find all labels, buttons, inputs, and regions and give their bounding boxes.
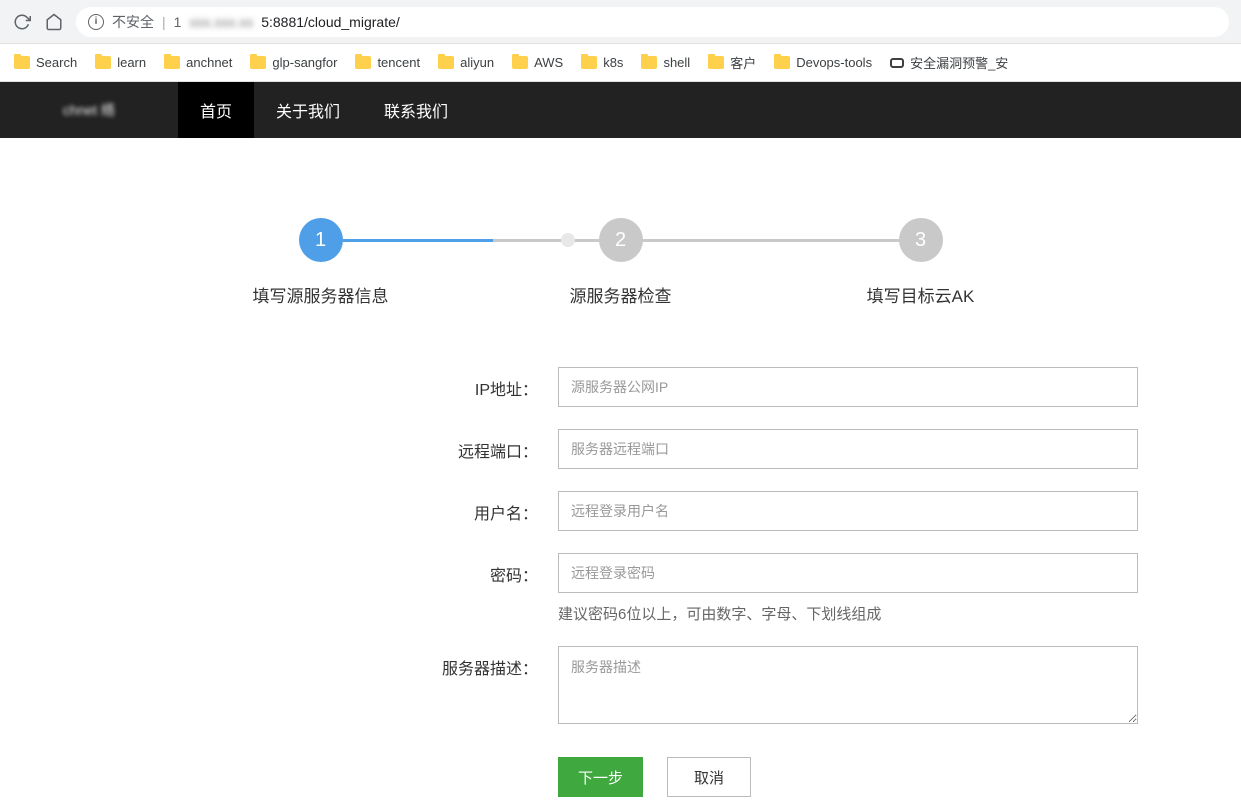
folder-icon: [581, 56, 597, 69]
info-icon: i: [88, 14, 104, 30]
bookmarks-bar: Search learn anchnet glp-sangfor tencent…: [0, 44, 1241, 82]
form-actions: 下一步 取消: [410, 757, 1190, 797]
folder-icon: [164, 56, 180, 69]
step-label: 填写源服务器信息: [171, 282, 471, 307]
step-circle: 1: [299, 218, 343, 262]
folder-icon: [355, 56, 371, 69]
next-button[interactable]: 下一步: [558, 757, 643, 797]
bookmark-label: AWS: [534, 55, 563, 70]
address-input[interactable]: i 不安全 | 1 xxx.xxx.xx 5:8881/cloud_migrat…: [76, 7, 1229, 37]
source-server-form: IP地址： 远程端口： 用户名： 密码： 建议密码6位以上，可由数字、字母、下划…: [410, 367, 1190, 797]
bookmark-item[interactable]: aliyun: [438, 55, 494, 70]
bookmark-item[interactable]: k8s: [581, 55, 623, 70]
step-1: 1 填写源服务器信息: [171, 218, 471, 307]
url-prefix: 1: [174, 14, 182, 30]
textarea-desc[interactable]: [558, 646, 1138, 724]
browser-address-bar: i 不安全 | 1 xxx.xxx.xx 5:8881/cloud_migrat…: [0, 0, 1241, 44]
step-label: 源服务器检查: [471, 282, 771, 307]
top-nav: chnet 络 首页 关于我们 联系我们: [0, 82, 1241, 138]
input-user[interactable]: [558, 491, 1138, 531]
nav-about[interactable]: 关于我们: [254, 82, 362, 138]
bookmark-label: aliyun: [460, 55, 494, 70]
step-connector: [643, 239, 943, 242]
bookmark-label: Devops-tools: [796, 55, 872, 70]
nav-contact[interactable]: 联系我们: [362, 82, 470, 138]
bookmark-item[interactable]: shell: [641, 55, 690, 70]
folder-icon: [250, 56, 266, 69]
folder-icon: [512, 56, 528, 69]
label-ip: IP地址：: [410, 367, 558, 400]
label-password: 密码：: [410, 553, 558, 586]
label-user: 用户名：: [410, 491, 558, 524]
bookmark-item[interactable]: Devops-tools: [774, 55, 872, 70]
password-hint: 建议密码6位以上，可由数字、字母、下划线组成: [558, 603, 1138, 624]
bookmark-item[interactable]: 安全漏洞预警_安: [890, 53, 1008, 72]
bookmark-item[interactable]: learn: [95, 55, 146, 70]
steps-indicator: 1 填写源服务器信息 2 源服务器检查 3 填写目标云AK: [0, 218, 1241, 307]
input-port[interactable]: [558, 429, 1138, 469]
bookmark-item[interactable]: glp-sangfor: [250, 55, 337, 70]
tool-icon: [890, 58, 904, 68]
row-desc: 服务器描述：: [410, 646, 1190, 729]
step-circle: 3: [899, 218, 943, 262]
input-password[interactable]: [558, 553, 1138, 593]
home-icon[interactable]: [44, 12, 64, 32]
bookmark-label: glp-sangfor: [272, 55, 337, 70]
folder-icon: [438, 56, 454, 69]
bookmark-label: learn: [117, 55, 146, 70]
bookmark-item[interactable]: Search: [14, 55, 77, 70]
url-path: 5:8881/cloud_migrate/: [261, 14, 400, 30]
insecure-label: 不安全: [112, 12, 154, 32]
step-2: 2 源服务器检查: [471, 218, 771, 307]
folder-icon: [774, 56, 790, 69]
bookmark-label: anchnet: [186, 55, 232, 70]
step-circle: 2: [599, 218, 643, 262]
bookmark-item[interactable]: anchnet: [164, 55, 232, 70]
step-3: 3 填写目标云AK: [771, 218, 1071, 307]
bookmark-label: Search: [36, 55, 77, 70]
cancel-button[interactable]: 取消: [667, 757, 751, 797]
bookmark-label: shell: [663, 55, 690, 70]
folder-icon: [14, 56, 30, 69]
nav-home[interactable]: 首页: [178, 82, 254, 138]
folder-icon: [641, 56, 657, 69]
bookmark-item[interactable]: AWS: [512, 55, 563, 70]
bookmark-label: tencent: [377, 55, 420, 70]
folder-icon: [708, 56, 724, 69]
input-ip[interactable]: [558, 367, 1138, 407]
reload-icon[interactable]: [12, 12, 32, 32]
site-logo[interactable]: chnet 络: [0, 82, 178, 138]
bookmark-item[interactable]: tencent: [355, 55, 420, 70]
row-user: 用户名：: [410, 491, 1190, 531]
row-password: 密码： 建议密码6位以上，可由数字、字母、下划线组成: [410, 553, 1190, 624]
row-ip: IP地址：: [410, 367, 1190, 407]
folder-icon: [95, 56, 111, 69]
step-label: 填写目标云AK: [771, 282, 1071, 307]
bookmark-item[interactable]: 客户: [708, 53, 756, 72]
url-hidden: xxx.xxx.xx: [189, 14, 253, 30]
bookmark-label: 安全漏洞预警_安: [910, 53, 1008, 72]
step-dot: [561, 233, 575, 247]
label-desc: 服务器描述：: [410, 646, 558, 679]
bookmark-label: k8s: [603, 55, 623, 70]
step-connector: [343, 239, 643, 242]
row-port: 远程端口：: [410, 429, 1190, 469]
label-port: 远程端口：: [410, 429, 558, 462]
bookmark-label: 客户: [730, 53, 756, 72]
